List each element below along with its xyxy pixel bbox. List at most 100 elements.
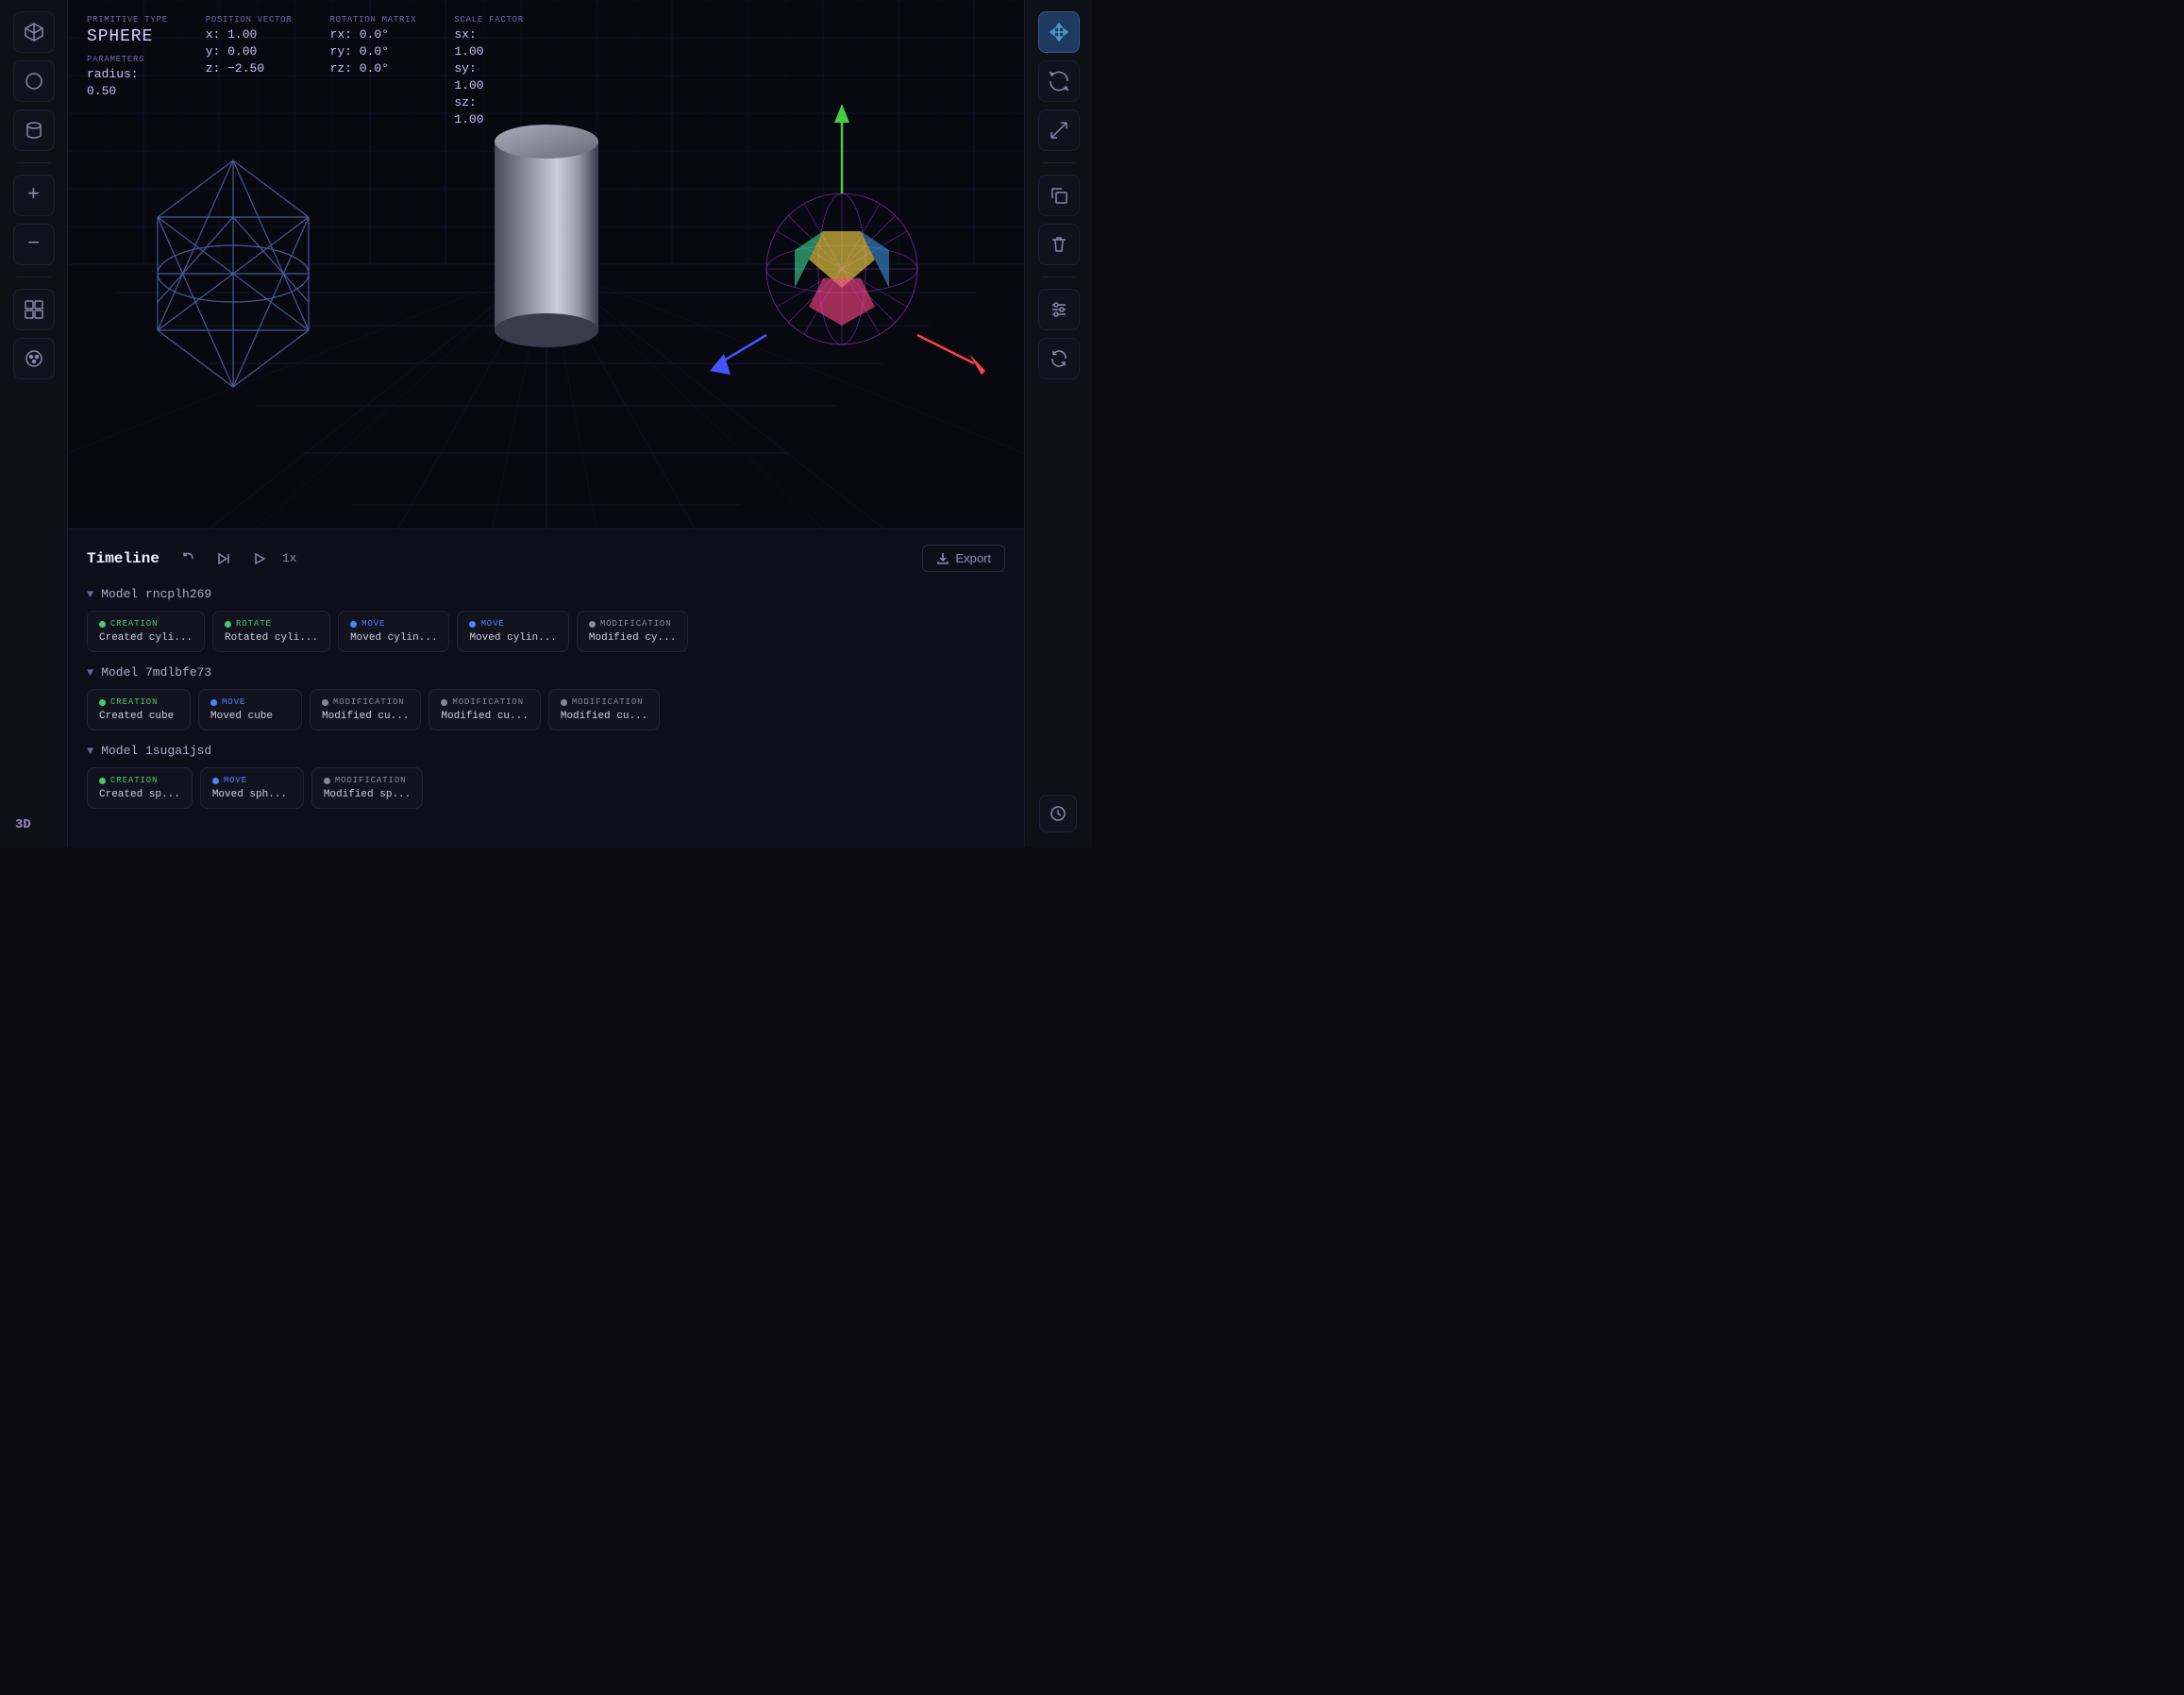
event-type-0-1: ROTATE [225,619,318,629]
refresh-toolbar-btn[interactable] [1038,338,1080,379]
event-dot-1-0 [99,699,106,706]
primitive-type-value: SPHERE [87,27,168,46]
event-type-1-3: MODIFICATION [441,697,528,707]
event-type-2-2: MODIFICATION [324,776,411,785]
event-dot-1-3 [441,699,447,706]
event-desc-2-0: Created sp... [99,789,180,800]
event-card-0-2[interactable]: MOVE Moved cylin... [338,611,449,652]
event-dot-0-4 [589,621,596,628]
timeline-model-2: ▼ Model 1suga1jsd CREATION Created sp...… [87,744,1005,809]
event-desc-1-4: Modified cu... [561,711,647,722]
delete-toolbar-btn[interactable] [1038,224,1080,265]
param-radius-label: radius: [87,67,168,81]
timeline-title: Timeline [87,550,160,567]
cylinder-toolbar-btn[interactable] [13,109,55,151]
model-chevron-0: ▼ [87,588,93,601]
group-toolbar-btn[interactable] [13,289,55,330]
export-btn[interactable]: Export [922,545,1005,572]
event-dot-0-3 [469,621,476,628]
event-desc-2-2: Modified sp... [324,789,411,800]
scale-sz-value: 1.00 [454,112,523,126]
event-card-1-0[interactable]: CREATION Created cube [87,689,191,730]
scale-sz-label: sz: [454,95,523,109]
position-group: POSITION VECTOR x: 1.00 y: 0.00 z: −2.50 [206,15,293,126]
move-toolbar-btn[interactable] [1038,11,1080,53]
adjust-toolbar-btn[interactable] [1038,289,1080,330]
scale-group: SCALE FACTOR sx: 1.00 sy: 1.00 sz: 1.00 [454,15,523,126]
event-type-2-0: CREATION [99,776,180,785]
event-desc-2-1: Moved sph... [212,789,292,800]
event-type-0-0: CREATION [99,619,193,629]
event-card-2-2[interactable]: MODIFICATION Modified sp... [311,767,423,809]
event-card-0-1[interactable]: ROTATE Rotated cyli... [212,611,330,652]
left-toolbar: + − 3D [0,0,68,848]
event-card-0-4[interactable]: MODIFICATION Modified cy... [577,611,688,652]
event-dot-1-1 [210,699,217,706]
cube-toolbar-btn[interactable] [13,11,55,53]
model-chevron-1: ▼ [87,666,93,680]
event-desc-1-2: Modified cu... [322,711,409,722]
timeline-play-btn[interactable] [246,545,273,572]
model-events-2: CREATION Created sp... MOVE Moved sph...… [87,767,1005,809]
palette-toolbar-btn[interactable] [13,338,55,379]
viewport-3d-label: 3D [15,817,31,832]
event-dot-2-1 [212,778,219,784]
event-card-1-3[interactable]: MODIFICATION Modified cu... [428,689,540,730]
timeline-model-1: ▼ Model 7mdlbfe73 CREATION Created cube … [87,665,1005,730]
right-toolbar [1024,0,1092,848]
model-header-2[interactable]: ▼ Model 1suga1jsd [87,744,1005,758]
event-card-1-2[interactable]: MODIFICATION Modified cu... [310,689,421,730]
rotation-label: ROTATION MATRIX [330,15,417,25]
event-card-2-0[interactable]: CREATION Created sp... [87,767,193,809]
timeline-speed[interactable]: 1x [282,551,297,565]
rotate-toolbar-btn[interactable] [1038,60,1080,102]
event-dot-0-2 [350,621,357,628]
viewport-3d[interactable]: PRIMITIVE TYPE SPHERE PARAMETERS radius:… [68,0,1024,529]
rot-rz: rz: 0.0° [330,61,417,76]
timeline-reset-btn[interactable] [175,545,201,572]
event-desc-0-3: Moved cylin... [469,632,556,644]
timeline-model-0: ▼ Model rncplh269 CREATION Created cyli.… [87,587,1005,652]
scale-toolbar-btn[interactable] [1038,109,1080,151]
event-desc-0-0: Created cyli... [99,632,193,644]
event-desc-0-1: Rotated cyli... [225,632,318,644]
timeline-header: Timeline 1x [87,545,1005,572]
model-name-0: Model rncplh269 [101,587,211,601]
event-dot-2-2 [324,778,330,784]
model-name-1: Model 7mdlbfe73 [101,665,211,680]
event-card-1-1[interactable]: MOVE Moved cube [198,689,302,730]
copy-toolbar-btn[interactable] [1038,175,1080,216]
event-type-1-4: MODIFICATION [561,697,647,707]
rot-ry: ry: 0.0° [330,44,417,59]
event-type-0-2: MOVE [350,619,437,629]
pos-y: y: 0.00 [206,44,293,59]
info-panel: PRIMITIVE TYPE SPHERE PARAMETERS radius:… [87,15,524,126]
subtract-toolbar-btn[interactable]: − [13,224,55,265]
circle-toolbar-btn[interactable] [13,60,55,102]
event-desc-1-1: Moved cube [210,711,290,722]
scale-sx-label: sx: [454,27,523,42]
position-label: POSITION VECTOR [206,15,293,25]
add-toolbar-btn[interactable]: + [13,175,55,216]
event-card-0-0[interactable]: CREATION Created cyli... [87,611,205,652]
event-card-0-3[interactable]: MOVE Moved cylin... [457,611,568,652]
primitive-type-label: PRIMITIVE TYPE [87,15,168,25]
parameters-label: PARAMETERS [87,55,168,64]
event-card-2-1[interactable]: MOVE Moved sph... [200,767,304,809]
cylinder-object [495,125,598,347]
history-btn[interactable] [1039,795,1077,832]
event-type-1-1: MOVE [210,697,290,707]
event-dot-2-0 [99,778,106,784]
pos-z: z: −2.50 [206,61,293,76]
model-header-0[interactable]: ▼ Model rncplh269 [87,587,1005,601]
event-card-1-4[interactable]: MODIFICATION Modified cu... [548,689,660,730]
rot-rx: rx: 0.0° [330,27,417,42]
timeline-step-btn[interactable] [210,545,237,572]
model-header-1[interactable]: ▼ Model 7mdlbfe73 [87,665,1005,680]
event-desc-1-3: Modified cu... [441,711,528,722]
event-type-2-1: MOVE [212,776,292,785]
model-chevron-2: ▼ [87,745,93,758]
timeline-panel: Timeline 1x [68,529,1024,848]
event-dot-1-2 [322,699,328,706]
event-dot-1-4 [561,699,567,706]
